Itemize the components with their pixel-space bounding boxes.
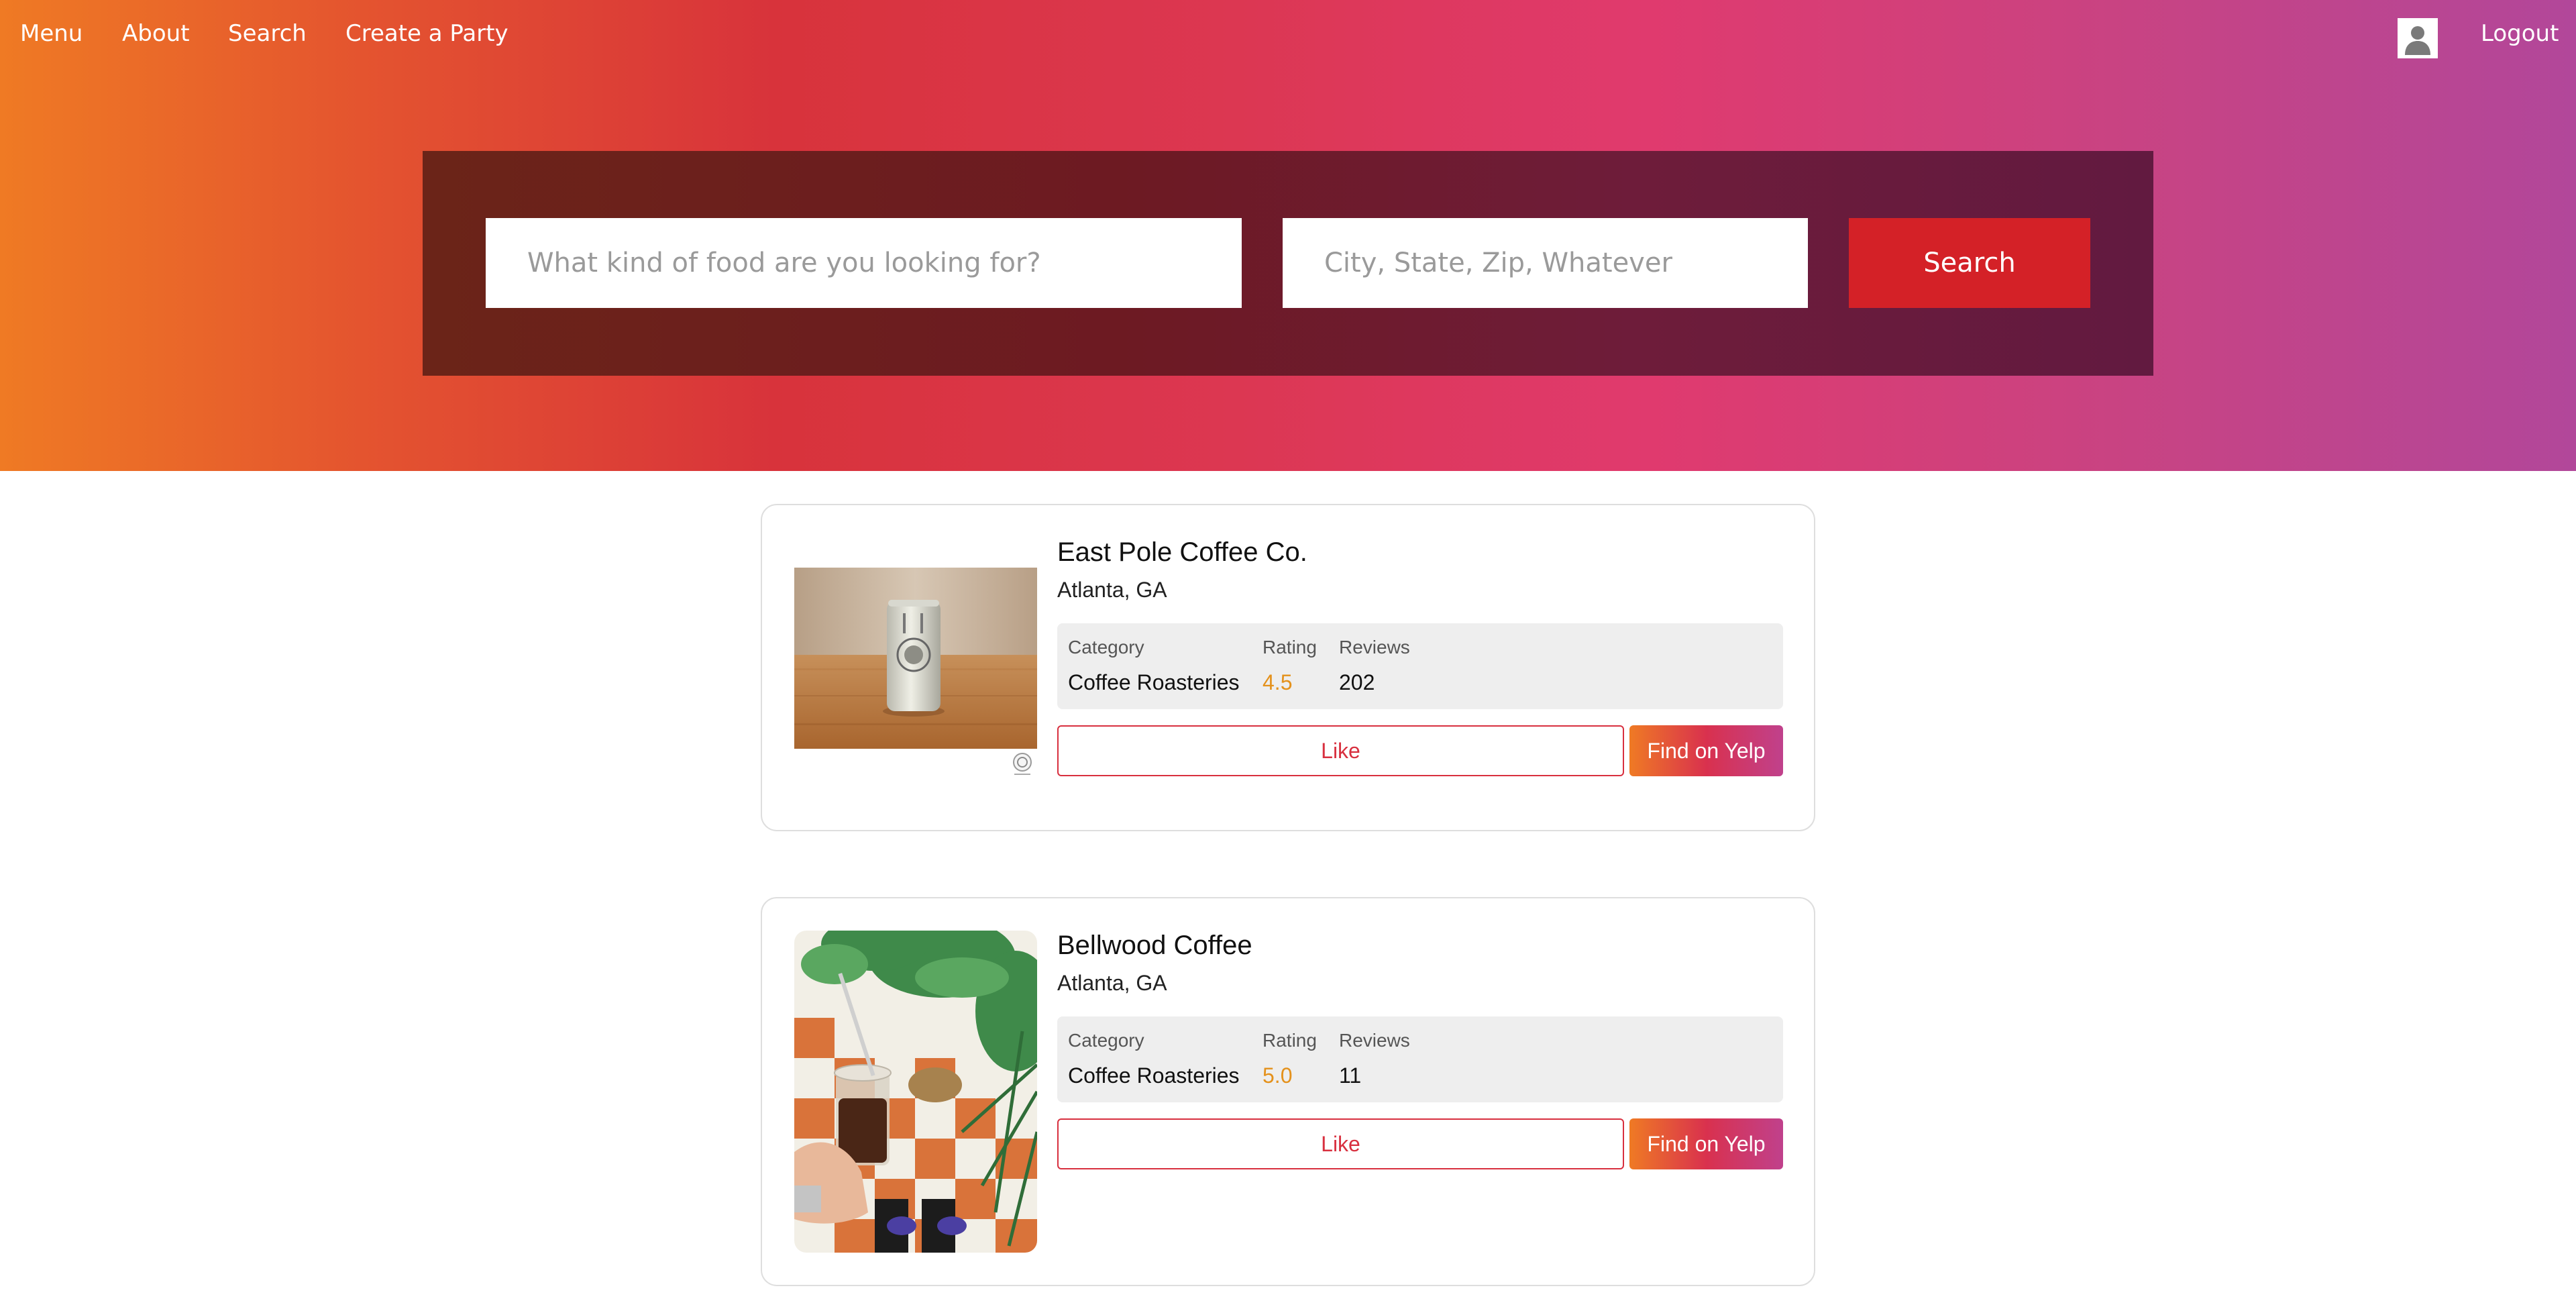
rating-value: 5.0 xyxy=(1263,1063,1293,1088)
location-search-input[interactable] xyxy=(1283,218,1808,308)
rating-value: 4.5 xyxy=(1263,670,1293,694)
find-on-yelp-button[interactable]: Find on Yelp xyxy=(1629,725,1783,776)
like-button[interactable]: Like xyxy=(1057,725,1624,776)
business-location: Atlanta, GA xyxy=(1057,578,1167,602)
category-label: Category xyxy=(1068,637,1144,658)
find-on-yelp-button[interactable]: Find on Yelp xyxy=(1629,1118,1783,1169)
result-card: Bellwood Coffee Atlanta, GA Category Rat… xyxy=(761,897,1815,1286)
reviews-value: 202 xyxy=(1339,670,1375,694)
iced-coffee-photo xyxy=(794,931,1037,1253)
business-name[interactable]: Bellwood Coffee xyxy=(1057,931,1252,961)
user-avatar-button[interactable] xyxy=(2398,18,2438,58)
hero-header: Menu About Search Create a Party Logout … xyxy=(0,0,2576,471)
rating-label: Rating xyxy=(1263,1030,1317,1051)
business-photo xyxy=(794,568,1037,749)
like-button[interactable]: Like xyxy=(1057,1118,1624,1169)
nav-search[interactable]: Search xyxy=(228,20,307,47)
search-button[interactable]: Search xyxy=(1849,218,2090,308)
category-value: Coffee Roasteries xyxy=(1068,670,1240,694)
reviews-label: Reviews xyxy=(1339,1030,1410,1051)
top-nav: Menu About Search Create a Party Logout xyxy=(0,0,2576,70)
food-search-input[interactable] xyxy=(486,218,1242,308)
category-value: Coffee Roasteries xyxy=(1068,1063,1240,1088)
category-label: Category xyxy=(1068,1030,1144,1051)
watermark-icon xyxy=(1012,751,1033,777)
nav-logout[interactable]: Logout xyxy=(2481,20,2559,47)
search-panel: Search xyxy=(423,151,2153,376)
reviews-value: 11 xyxy=(1339,1063,1362,1088)
reviews-label: Reviews xyxy=(1339,637,1410,658)
business-location: Atlanta, GA xyxy=(1057,971,1167,995)
coffee-can-photo xyxy=(794,568,1037,749)
business-info-box: Category Rating Reviews Coffee Roasterie… xyxy=(1057,623,1783,709)
nav-create-party[interactable]: Create a Party xyxy=(345,20,508,47)
business-name[interactable]: East Pole Coffee Co. xyxy=(1057,537,1307,568)
user-avatar-icon xyxy=(2400,20,2436,56)
business-photo xyxy=(794,931,1037,1253)
rating-label: Rating xyxy=(1263,637,1317,658)
business-info-box: Category Rating Reviews Coffee Roasterie… xyxy=(1057,1016,1783,1102)
result-card: East Pole Coffee Co. Atlanta, GA Categor… xyxy=(761,504,1815,831)
nav-menu[interactable]: Menu xyxy=(20,20,83,47)
nav-about[interactable]: About xyxy=(122,20,190,47)
